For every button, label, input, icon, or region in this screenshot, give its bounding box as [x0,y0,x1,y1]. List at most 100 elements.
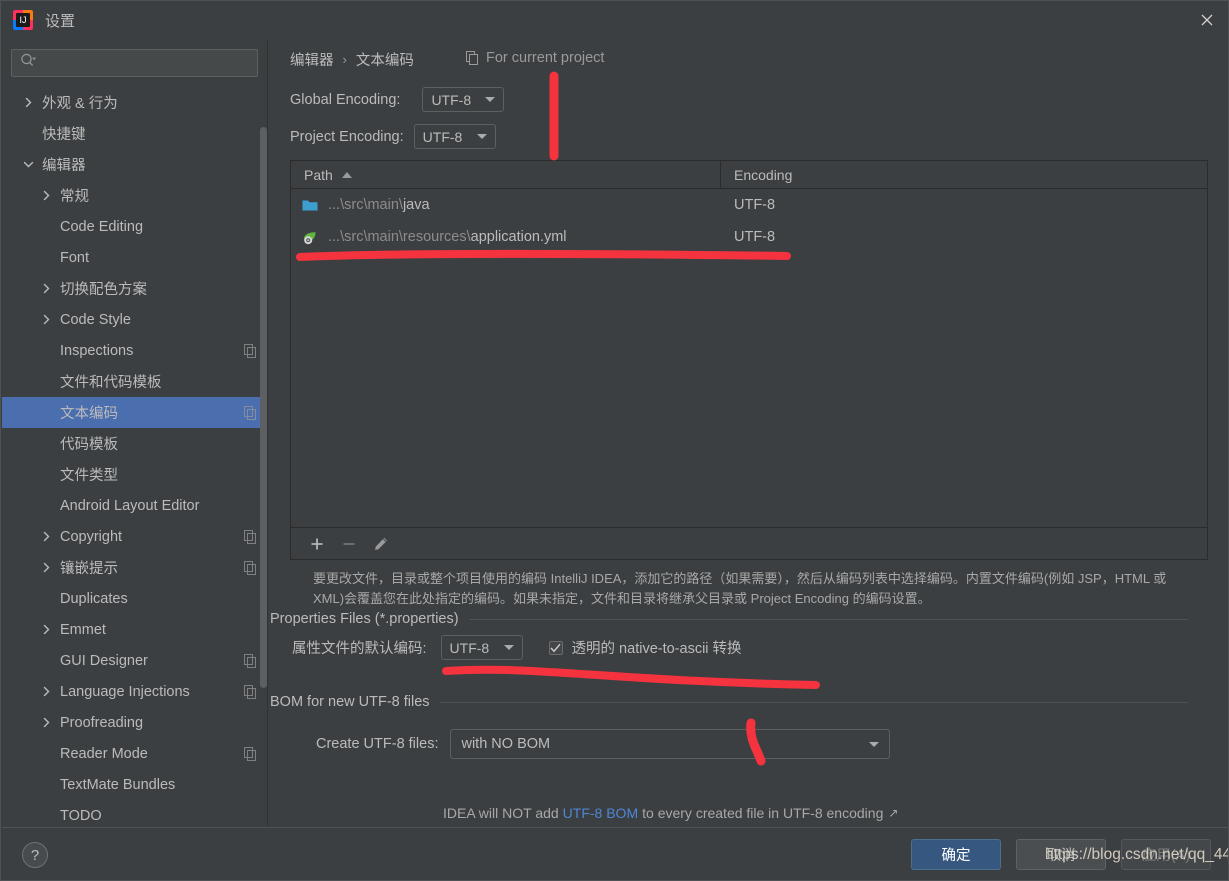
chevron-down-icon [869,741,880,747]
project-encoding-combo[interactable]: UTF-8 [413,124,496,149]
help-button[interactable]: ? [22,842,48,868]
copy-icon [244,405,257,420]
breadcrumb-parent[interactable]: 编辑器 [290,49,334,70]
sidebar-item-13[interactable]: Android Layout Editor [2,490,267,521]
cancel-button[interactable]: 取消 [1016,839,1106,870]
sidebar-item-label: GUI Designer [60,652,148,669]
chevron-right-icon[interactable] [38,562,54,573]
yaml-file-icon [301,230,319,245]
sidebar-item-7[interactable]: Code Style [2,304,267,335]
settings-dialog: IJ 设置 外观 & 行为 快捷键 编辑器 常规 Code Editing Font 切换配… [0,0,1229,881]
path-name: application.yml [470,229,567,245]
table-toolbar [290,528,1208,560]
search-input[interactable] [41,52,251,74]
native-to-ascii-row: 透明的 native-to-ascii 转换 [548,637,742,658]
chevron-down-icon[interactable] [20,159,36,170]
chevron-right-icon[interactable] [38,283,54,294]
table-row[interactable]: ...\src\main\java UTF-8 [291,189,1207,221]
properties-encoding-combo[interactable]: UTF-8 [440,635,523,660]
sidebar-item-12[interactable]: 文件类型 [2,459,267,490]
edit-button[interactable] [365,530,397,558]
copy-icon [244,746,257,761]
create-utf8-row: Create UTF-8 files: with NO BOM [316,729,891,759]
sidebar-item-label: 镶嵌提示 [60,561,118,577]
breadcrumb-current: 文本编码 [355,53,414,69]
bom-hint-suffix: to every created file in UTF-8 encoding [642,805,884,821]
sidebar-item-0[interactable]: 外观 & 行为 [2,87,267,118]
sidebar-item-4[interactable]: Code Editing [2,211,267,242]
create-utf8-combo[interactable]: with NO BOM [450,729,891,759]
chevron-right-icon[interactable] [38,717,54,728]
native-to-ascii-checkbox[interactable] [548,640,563,655]
divider [468,618,1188,620]
global-encoding-combo[interactable]: UTF-8 [422,87,505,112]
chevron-right-icon[interactable] [20,97,36,108]
global-encoding-value: UTF-8 [431,91,472,108]
utf8-bom-link[interactable]: UTF-8 BOM [563,805,638,821]
external-link-icon: ↗ [888,806,899,820]
path-name: java [402,197,430,213]
ok-button[interactable]: 确定 [911,839,1001,870]
column-header-path[interactable]: Path [291,161,721,188]
chevron-right-icon[interactable] [38,190,54,201]
sidebar-item-3[interactable]: 常规 [2,180,267,211]
for-current-project[interactable]: For current project [466,50,604,66]
sidebar-item-22[interactable]: TextMate Bundles [2,769,267,800]
chevron-right-icon[interactable] [38,624,54,635]
sidebar-item-20[interactable]: Proofreading [2,707,267,738]
table-row[interactable]: ...\src\main\resources\application.yml UT… [291,221,1207,253]
remove-button[interactable] [333,530,365,558]
sidebar-item-label: 切换配色方案 [60,282,147,298]
sidebar-item-19[interactable]: Language Injections [2,676,267,707]
table-cell-path: ...\src\main\java [291,197,721,213]
column-header-encoding[interactable]: Encoding [721,161,1207,188]
sidebar-item-23[interactable]: TODO [2,800,267,826]
sidebar-item-label: TODO [60,807,102,824]
bom-hint: IDEA will NOT add UTF-8 BOM to every cre… [443,805,898,821]
sidebar-item-14[interactable]: Copyright [2,521,267,552]
copy-icon [244,529,257,544]
column-header-encoding-label: Encoding [734,166,793,183]
project-encoding-value: UTF-8 [422,128,463,145]
copy-icon [244,343,257,358]
sidebar-item-label: Code Style [60,311,131,328]
sidebar-item-21[interactable]: Reader Mode [2,738,267,769]
sidebar-item-15[interactable]: 镶嵌提示 [2,552,267,583]
sidebar-item-label: Font [60,249,90,266]
table-cell-encoding[interactable]: UTF-8 [721,197,1207,213]
sidebar-item-11[interactable]: 代码模板 [2,428,267,459]
sidebar-item-18[interactable]: GUI Designer [2,645,267,676]
folder-icon [301,198,319,212]
divider [439,701,1188,703]
sidebar-scrollbar[interactable] [260,127,267,688]
sidebar-item-1[interactable]: 快捷键 [2,118,267,149]
sidebar-item-label: Language Injections [60,683,190,700]
search-box[interactable] [11,49,258,77]
table-cell-encoding[interactable]: UTF-8 [721,229,1207,245]
copy-icon [466,51,479,65]
for-current-project-label: For current project [486,50,605,66]
chevron-right-icon[interactable] [38,314,54,325]
apply-button[interactable]: 应用(A) [1121,839,1211,870]
breadcrumb: 编辑器 › 文本编码 [290,49,414,70]
sidebar-item-6[interactable]: 切换配色方案 [2,273,267,304]
chevron-right-icon[interactable] [38,531,54,542]
encodings-table: Path Encoding ...\src\main\java UTF-8 ...\… [290,160,1208,528]
sidebar-item-5[interactable]: Font [2,242,267,273]
global-encoding-label: Global Encoding: [290,91,401,108]
project-encoding-row: Project Encoding: UTF-8 [290,124,496,149]
sidebar-item-8[interactable]: Inspections [2,335,267,366]
chevron-right-icon[interactable] [38,686,54,697]
close-icon[interactable] [1184,1,1228,39]
bom-title: BOM for new UTF-8 files [270,694,430,710]
sidebar-item-label: 代码模板 [60,437,118,453]
sidebar-item-17[interactable]: Emmet [2,614,267,645]
sidebar-item-16[interactable]: Duplicates [2,583,267,614]
project-encoding-label: Project Encoding: [290,128,404,145]
sidebar-item-2[interactable]: 编辑器 [2,149,267,180]
sidebar-item-10[interactable]: 文本编码 [2,397,267,428]
properties-files-group: Properties Files (*.properties) [270,611,1188,627]
sidebar-item-label: Code Editing [60,218,144,235]
add-button[interactable] [301,530,333,558]
sidebar-item-9[interactable]: 文件和代码模板 [2,366,267,397]
